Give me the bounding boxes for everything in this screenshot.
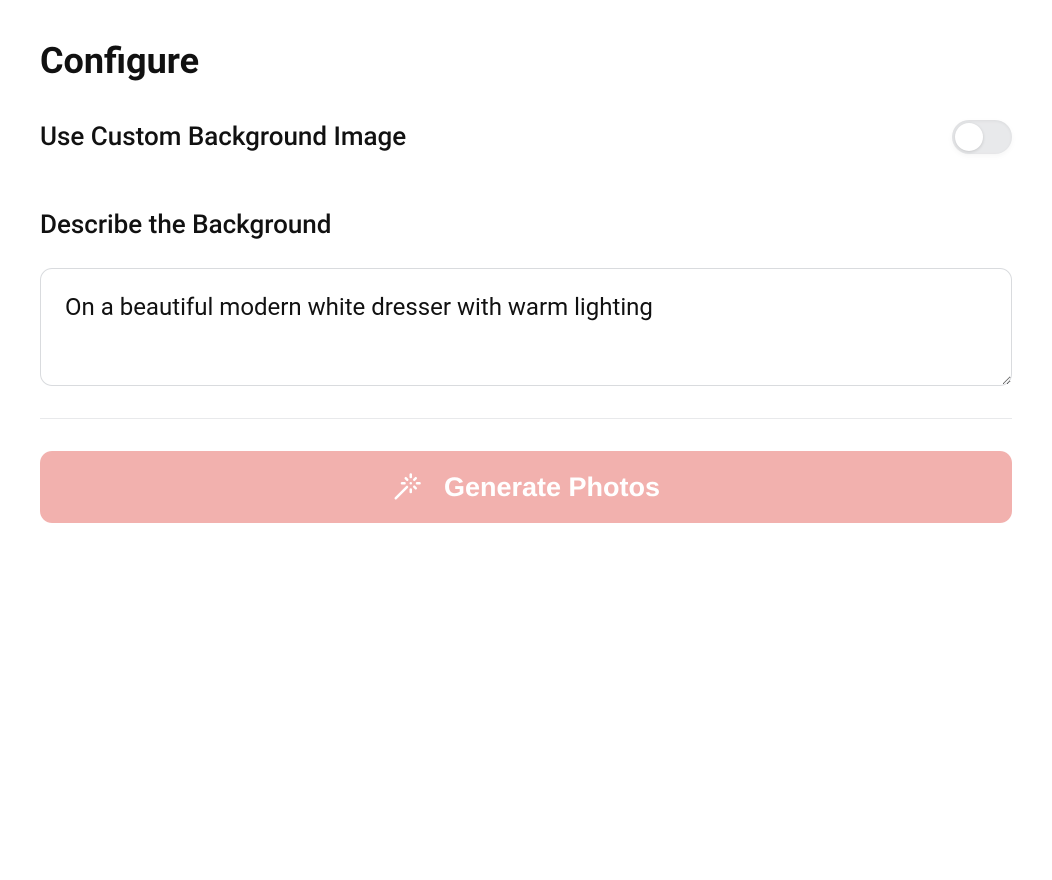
describe-bg-input[interactable] [40, 268, 1012, 386]
custom-bg-row: Use Custom Background Image [40, 120, 1012, 154]
page-title: Configure [40, 40, 1012, 82]
generate-button-label: Generate Photos [444, 472, 660, 503]
wand-sparkles-icon [392, 472, 422, 502]
describe-bg-wrap [40, 268, 1012, 390]
custom-bg-toggle[interactable] [952, 120, 1012, 154]
describe-bg-label: Describe the Background [40, 210, 1012, 240]
generate-photos-button[interactable]: Generate Photos [40, 451, 1012, 523]
toggle-knob [955, 123, 983, 151]
custom-bg-label: Use Custom Background Image [40, 122, 406, 152]
divider [40, 418, 1012, 419]
